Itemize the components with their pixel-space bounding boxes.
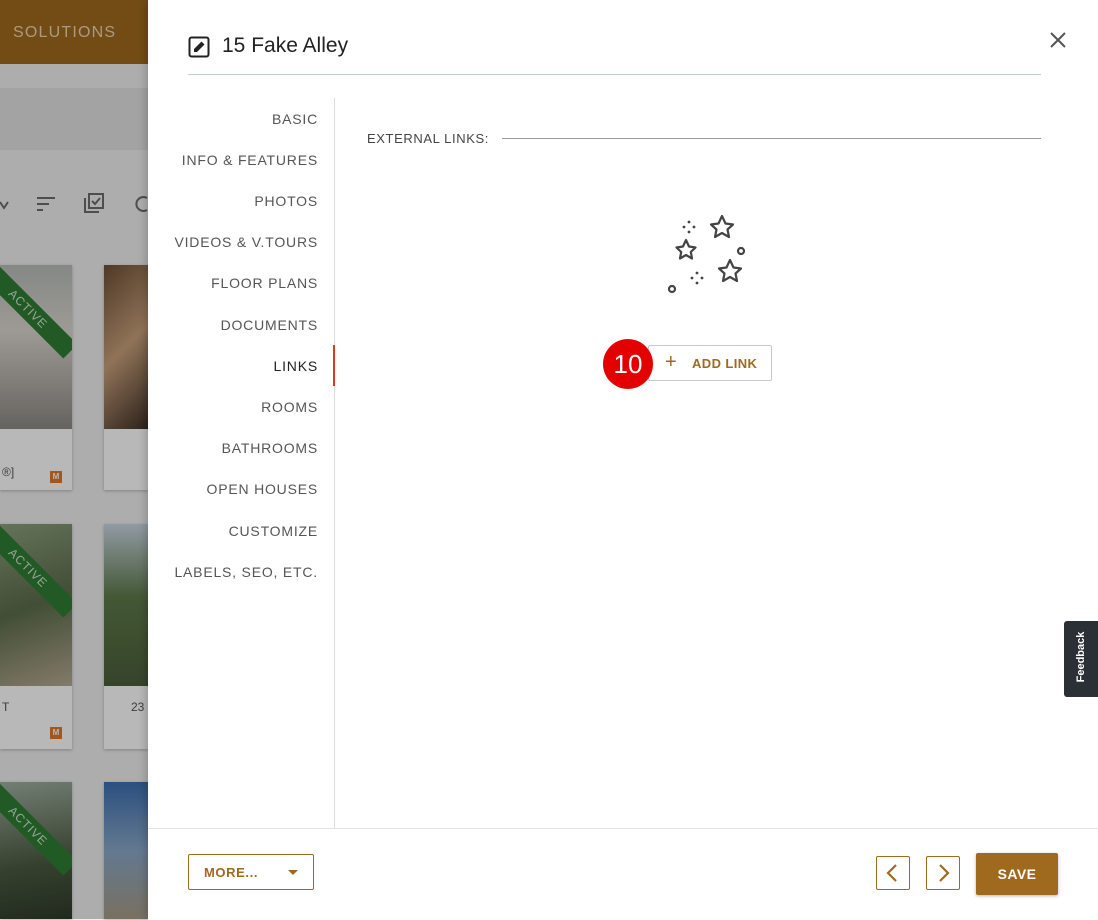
caret-down-icon <box>288 870 298 875</box>
more-button[interactable]: MORE... <box>188 854 276 890</box>
nav-item-rooms[interactable]: ROOMS <box>261 399 318 415</box>
stars-icon <box>667 214 746 294</box>
close-icon[interactable] <box>1046 28 1070 52</box>
nav-item-info-features[interactable]: INFO & FEATURES <box>182 152 318 168</box>
nav-item-floor-plans[interactable]: FLOOR PLANS <box>211 275 318 291</box>
previous-button[interactable] <box>876 856 910 890</box>
nav-item-photos[interactable]: PHOTOS <box>254 193 318 209</box>
edit-listing-dialog: 15 Fake Alley BASIC INFO & FEATURES PHOT… <box>148 0 1098 920</box>
feedback-label: Feedback <box>1075 631 1087 683</box>
dialog-footer: MORE... SAVE <box>148 828 1098 920</box>
next-button[interactable] <box>926 856 960 890</box>
section-nav: BASIC INFO & FEATURES PHOTOS VIDEOS & V.… <box>148 98 335 828</box>
dialog-title: 15 Fake Alley <box>222 34 349 57</box>
chevron-right-icon <box>939 864 950 882</box>
active-nav-indicator <box>333 345 335 386</box>
section-divider <box>502 138 1041 139</box>
nav-item-basic[interactable]: BASIC <box>272 111 318 127</box>
dialog-header: 15 Fake Alley <box>188 30 1041 75</box>
chevron-left-icon <box>886 864 897 882</box>
nav-item-links[interactable]: LINKS <box>274 358 318 374</box>
plus-icon: + <box>665 351 677 373</box>
save-button[interactable]: SAVE <box>976 853 1058 895</box>
section-heading: EXTERNAL LINKS: <box>367 131 489 146</box>
nav-item-open-houses[interactable]: OPEN HOUSES <box>207 481 319 497</box>
modal-backdrop[interactable] <box>0 0 148 919</box>
nav-item-labels-seo[interactable]: LABELS, SEO, ETC. <box>174 564 318 580</box>
nav-item-documents[interactable]: DOCUMENTS <box>221 317 318 333</box>
add-link-label: ADD LINK <box>692 356 758 371</box>
feedback-tab[interactable]: Feedback <box>1064 621 1098 697</box>
more-dropdown-button[interactable] <box>274 854 314 890</box>
add-link-button[interactable]: + ADD LINK <box>648 345 772 381</box>
nav-item-videos-tours[interactable]: VIDEOS & V.TOURS <box>174 234 318 250</box>
edit-icon <box>188 36 210 58</box>
nav-item-bathrooms[interactable]: BATHROOMS <box>222 440 318 456</box>
more-label: MORE... <box>204 865 259 880</box>
step-badge: 10 <box>603 339 653 389</box>
nav-item-customize[interactable]: CUSTOMIZE <box>229 523 318 539</box>
